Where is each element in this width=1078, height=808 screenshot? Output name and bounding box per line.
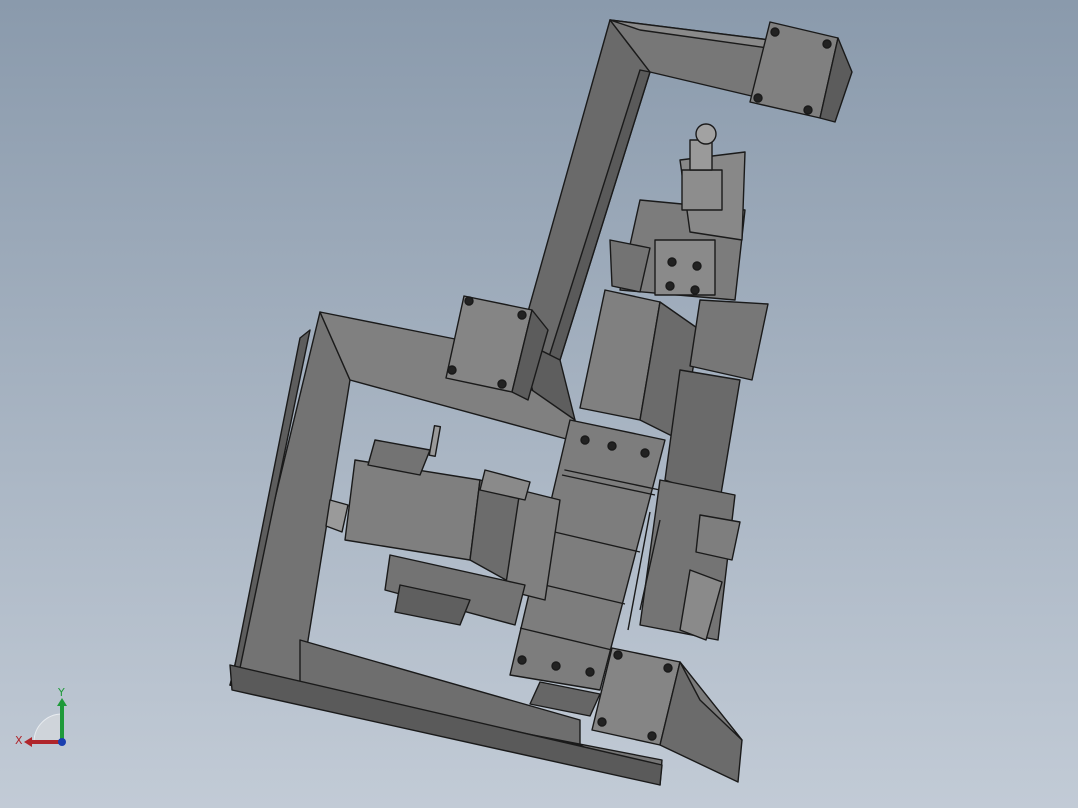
top-mount-plate[interactable] [749,21,853,123]
y-axis-arrowhead [57,698,67,706]
x-axis-label: X [15,734,23,747]
cad-model[interactable] [0,0,1078,808]
z-axis-dot [58,738,66,746]
coordinate-triad: X Y [15,686,67,747]
y-axis-label: Y [57,686,65,699]
triad-quadrant-arc [33,713,63,743]
x-axis-arrowhead [24,737,32,747]
graphics-viewport[interactable]: X Y [0,0,1078,808]
left-actuator[interactable] [325,424,561,626]
